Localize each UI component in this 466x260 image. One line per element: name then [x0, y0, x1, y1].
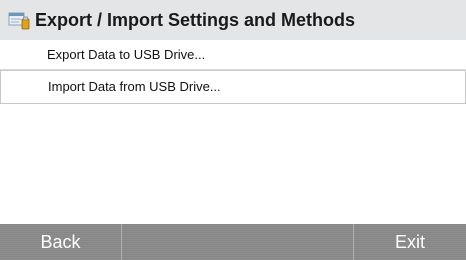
export-usb-menu-item[interactable]: Export Data to USB Drive...	[0, 40, 466, 70]
import-usb-menu-item[interactable]: Import Data from USB Drive...	[0, 70, 466, 104]
exit-button[interactable]: Exit	[354, 224, 466, 260]
menu-list: Export Data to USB Drive... Import Data …	[0, 40, 466, 104]
usb-drive-icon	[8, 12, 30, 30]
header-bar: Export / Import Settings and Methods	[0, 0, 466, 40]
empty-softkey[interactable]	[122, 224, 354, 260]
page-title: Export / Import Settings and Methods	[35, 9, 356, 30]
softkey-bar: Back Exit	[0, 224, 466, 260]
back-button[interactable]: Back	[0, 224, 122, 260]
